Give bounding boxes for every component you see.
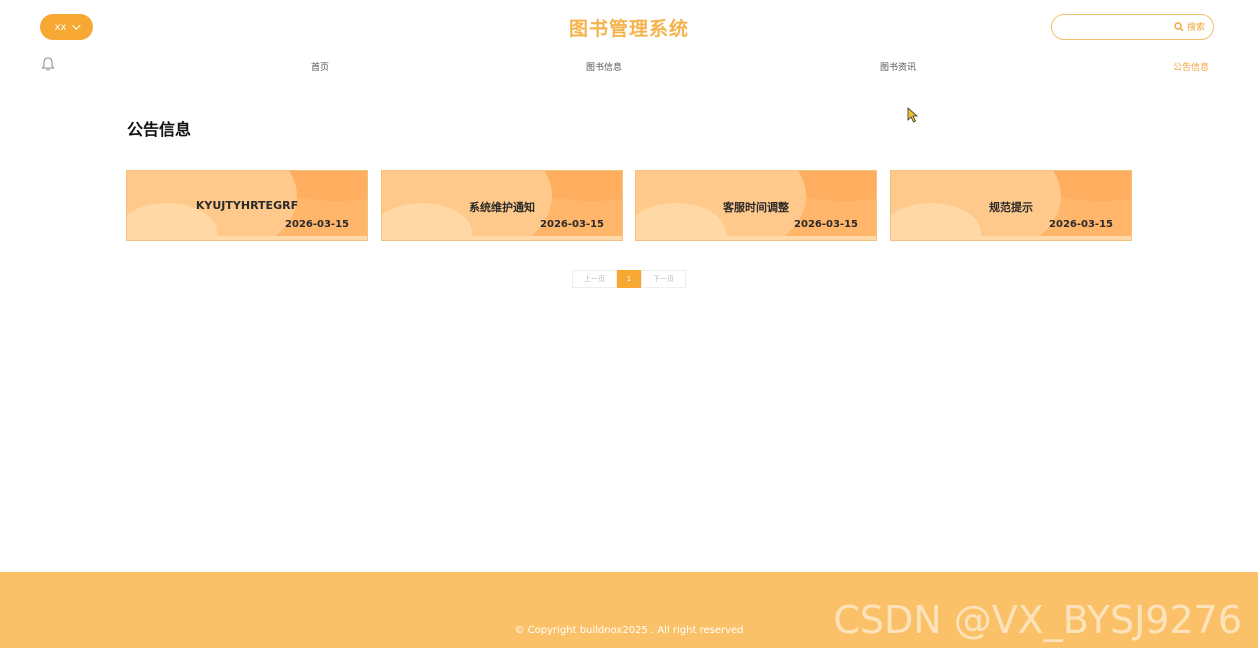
search-button-label: 搜索 xyxy=(1186,23,1205,33)
page-title: 公告信息 xyxy=(127,120,192,139)
announcement-card[interactable]: 客服时间调整 2026-03-15 xyxy=(635,170,877,241)
announcement-card[interactable]: 规范提示 2026-03-15 xyxy=(890,170,1132,241)
search-box: 搜索 xyxy=(1051,14,1214,40)
next-page-button[interactable]: 下一页 xyxy=(641,270,686,288)
announcement-date: 2026-03-15 xyxy=(540,219,604,230)
mouse-cursor-icon xyxy=(907,107,919,123)
announcement-card[interactable]: 系统维护通知 2026-03-15 xyxy=(381,170,623,241)
announcement-title: 系统维护通知 xyxy=(469,201,535,214)
nav-item-book-info[interactable]: 图书信息 xyxy=(586,60,622,73)
announcement-date: 2026-03-15 xyxy=(285,219,349,230)
search-icon xyxy=(1174,21,1184,32)
page-number-button[interactable]: 1 xyxy=(617,270,641,288)
prev-page-button[interactable]: 上一页 xyxy=(572,270,617,288)
nav-item-home[interactable]: 首页 xyxy=(311,60,329,73)
announcement-title: 规范提示 xyxy=(989,201,1033,214)
pagination: 上一页 1 下一页 xyxy=(572,270,686,288)
announcement-title: KYUJTYHRTEGRF xyxy=(195,199,299,212)
page: xx 图书管理系统 搜索 首页 图书信息 图书资讯 公告信息 公告信息 KYUJ… xyxy=(0,0,1258,648)
nav-item-book-news[interactable]: 图书资讯 xyxy=(880,60,916,73)
footer: © Copyright buildnox2025 . All right res… xyxy=(0,572,1258,648)
watermark: CSDN @VX_BYSJ9276 xyxy=(833,598,1242,642)
announcement-date: 2026-03-15 xyxy=(1049,219,1113,230)
nav-item-announcements[interactable]: 公告信息 xyxy=(1173,60,1209,73)
announcement-title: 客服时间调整 xyxy=(723,201,789,214)
search-button[interactable]: 搜索 xyxy=(1174,20,1205,33)
announcement-card[interactable]: KYUJTYHRTEGRF 2026-03-15 xyxy=(126,170,368,241)
announcement-date: 2026-03-15 xyxy=(794,219,858,230)
announcement-list: KYUJTYHRTEGRF 2026-03-15 系统维护通知 2026-03-… xyxy=(126,170,1132,241)
search-input[interactable] xyxy=(1062,18,1166,38)
bell-icon[interactable] xyxy=(40,56,56,72)
